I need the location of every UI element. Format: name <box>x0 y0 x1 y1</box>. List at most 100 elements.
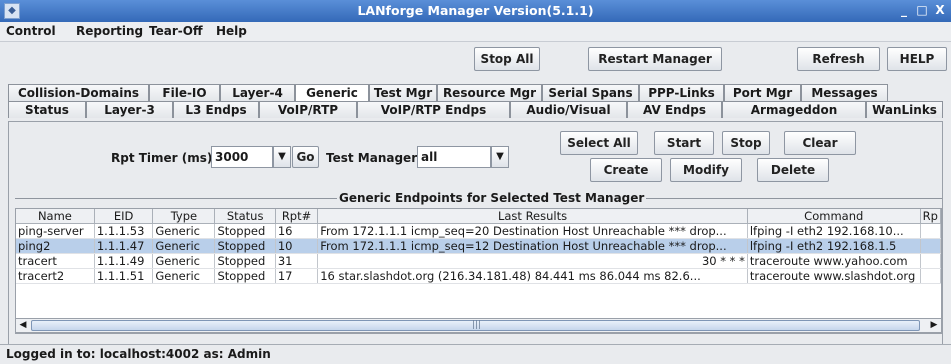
restart-manager-button[interactable]: Restart Manager <box>588 47 722 71</box>
cell-status: Stopped <box>214 238 276 254</box>
select-all-button[interactable]: Select All <box>560 131 638 155</box>
login-status: Logged in to: localhost:4002 as: Admin <box>6 347 271 361</box>
cell-type: Generic <box>152 238 216 254</box>
tab-port-mgr[interactable]: Port Mgr <box>724 84 801 101</box>
cell-status: Stopped <box>214 223 276 239</box>
scroll-left-icon[interactable]: ◀ <box>16 319 30 332</box>
col-status[interactable]: Status <box>214 209 276 224</box>
test-manager-select[interactable]: all <box>417 146 491 168</box>
table-row[interactable]: tracert 1.1.1.49 Generic Stopped 31 30 *… <box>16 253 941 269</box>
tab-wanlinks[interactable]: WanLinks <box>866 101 943 118</box>
table-header: Name EID Type Status Rpt# Last Results C… <box>16 209 941 224</box>
cell-last-results: From 172.1.1.1 icmp_seq=12 Destination H… <box>317 238 748 254</box>
col-rpt[interactable]: Rpt# <box>275 209 319 224</box>
tab-layer-3[interactable]: Layer-3 <box>86 101 173 118</box>
endpoints-table: Name EID Type Status Rpt# Last Results C… <box>15 208 942 334</box>
cell-status: Stopped <box>214 268 276 284</box>
clear-button[interactable]: Clear <box>784 131 856 155</box>
table-row[interactable]: ping2 1.1.1.47 Generic Stopped 10 From 1… <box>16 238 941 254</box>
stop-button[interactable]: Stop <box>722 131 770 155</box>
cell-type: Generic <box>152 253 216 269</box>
cell-command: lfping -I eth2 192.168.1.5 <box>747 238 921 254</box>
cell-name: ping2 <box>16 238 95 254</box>
rpt-timer-label: Rpt Timer (ms): <box>111 151 218 165</box>
col-command[interactable]: Command <box>747 209 921 224</box>
tab-layer-4[interactable]: Layer-4 <box>220 84 295 101</box>
cell-rp <box>920 268 941 284</box>
cell-type: Generic <box>152 223 216 239</box>
col-name[interactable]: Name <box>16 209 95 224</box>
title-bar: ◆ LANforge Manager Version(5.1.1) _ □ X <box>0 0 951 22</box>
create-button[interactable]: Create <box>590 158 662 182</box>
tab-voip-rtp-endps[interactable]: VoIP/RTP Endps <box>357 101 510 118</box>
tab-row-2: Status Layer-3 L3 Endps VoIP/RTP VoIP/RT… <box>8 101 943 118</box>
col-rp[interactable]: Rp <box>920 209 941 224</box>
horizontal-scrollbar[interactable]: ◀ ||| ▶ <box>15 318 942 333</box>
stop-all-button[interactable]: Stop All <box>474 47 540 71</box>
maximize-icon[interactable]: □ <box>914 3 930 19</box>
cell-rpt: 17 <box>275 268 319 284</box>
cell-eid: 1.1.1.47 <box>94 238 154 254</box>
tab-test-mgr[interactable]: Test Mgr <box>369 84 437 101</box>
tab-file-io[interactable]: File-IO <box>149 84 220 101</box>
cell-type: Generic <box>152 268 216 284</box>
cell-eid: 1.1.1.51 <box>94 268 154 284</box>
status-bar: Logged in to: localhost:4002 as: Admin <box>0 344 951 364</box>
menu-bar: Control Reporting Tear-Off Help <box>0 22 951 42</box>
refresh-button[interactable]: Refresh <box>797 47 880 71</box>
col-type[interactable]: Type <box>152 209 216 224</box>
cell-rp <box>920 223 941 239</box>
tab-generic[interactable]: Generic <box>295 84 369 101</box>
cell-rpt: 16 <box>275 223 319 239</box>
close-icon[interactable]: X <box>932 3 948 19</box>
test-manager-label: Test Manager <box>326 151 418 165</box>
cell-name: tracert2 <box>16 268 95 284</box>
grip-icon: ||| <box>472 320 482 330</box>
delete-button[interactable]: Delete <box>757 158 829 182</box>
cell-name: tracert <box>16 253 95 269</box>
tab-row-1: Collision-Domains File-IO Layer-4 Generi… <box>8 84 943 101</box>
tab-serial-spans[interactable]: Serial Spans <box>542 84 639 101</box>
cell-rpt: 31 <box>275 253 319 269</box>
cell-command: traceroute www.slashdot.org <box>747 268 921 284</box>
help-button[interactable]: HELP <box>887 47 947 71</box>
cell-rp <box>920 253 941 269</box>
col-eid[interactable]: EID <box>94 209 154 224</box>
tab-l3-endps[interactable]: L3 Endps <box>173 101 259 118</box>
tab-voip-rtp[interactable]: VoIP/RTP <box>259 101 357 118</box>
tab-messages[interactable]: Messages <box>801 84 888 101</box>
cell-last-results: 30 * * * <box>317 253 748 269</box>
cell-last-results: 16 star.slashdot.org (216.34.181.48) 84.… <box>317 268 748 284</box>
scroll-thumb[interactable]: ||| <box>31 320 920 331</box>
tab-armageddon[interactable]: Armageddon <box>722 101 866 118</box>
minimize-icon[interactable]: _ <box>896 3 912 19</box>
cell-status: Stopped <box>214 253 276 269</box>
cell-command: traceroute www.yahoo.com <box>747 253 921 269</box>
tab-audio-visual[interactable]: Audio/Visual <box>510 101 627 118</box>
col-last-results[interactable]: Last Results <box>317 209 748 224</box>
tab-resource-mgr[interactable]: Resource Mgr <box>437 84 542 101</box>
rpt-timer-dropdown-icon[interactable]: ▼ <box>273 146 291 168</box>
menu-control[interactable]: Control <box>6 24 56 38</box>
modify-button[interactable]: Modify <box>670 158 742 182</box>
rpt-timer-input[interactable]: 3000 <box>211 146 273 168</box>
cell-name: ping-server <box>16 223 95 239</box>
tab-status[interactable]: Status <box>8 101 86 118</box>
cell-eid: 1.1.1.53 <box>94 223 154 239</box>
menu-help[interactable]: Help <box>216 24 247 38</box>
test-manager-dropdown-icon[interactable]: ▼ <box>491 146 509 168</box>
cell-rp <box>920 238 941 254</box>
table-row[interactable]: ping-server 1.1.1.53 Generic Stopped 16 … <box>16 223 941 239</box>
tab-ppp-links[interactable]: PPP-Links <box>639 84 724 101</box>
start-button[interactable]: Start <box>654 131 714 155</box>
tab-collision-domains[interactable]: Collision-Domains <box>8 84 149 101</box>
menu-tear-off[interactable]: Tear-Off <box>149 24 203 38</box>
menu-reporting[interactable]: Reporting <box>76 24 143 38</box>
scroll-right-icon[interactable]: ▶ <box>927 319 941 332</box>
cell-eid: 1.1.1.49 <box>94 253 154 269</box>
tab-av-endps[interactable]: AV Endps <box>627 101 722 118</box>
group-title: Generic Endpoints for Selected Test Mana… <box>337 191 647 205</box>
go-button[interactable]: Go <box>292 146 319 168</box>
table-row[interactable]: tracert2 1.1.1.51 Generic Stopped 17 16 … <box>16 268 941 284</box>
cell-command: lfping -I eth2 192.168.10... <box>747 223 921 239</box>
